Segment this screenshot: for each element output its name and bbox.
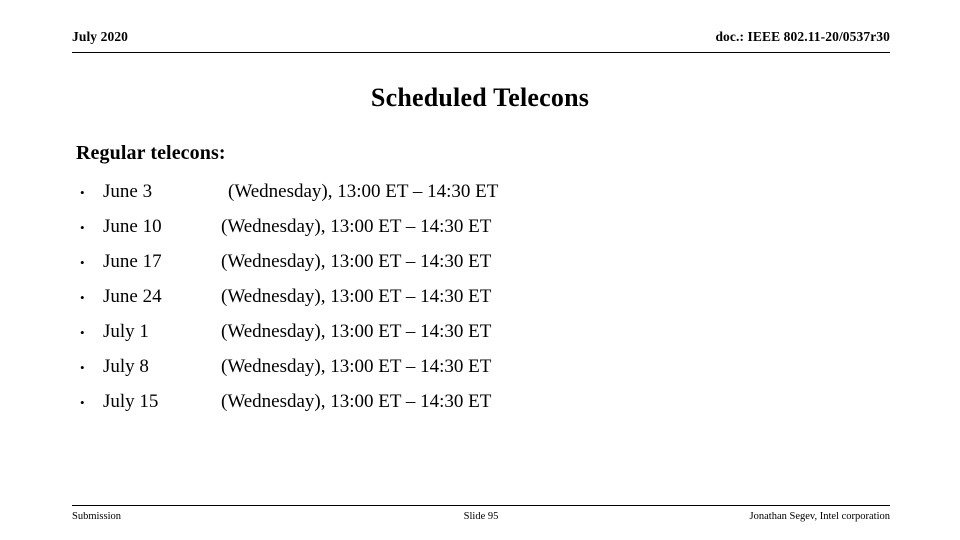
list-item: • June 24 (Wednesday), 13:00 ET – 14:30 … xyxy=(76,279,876,314)
bullet-icon: • xyxy=(80,255,85,270)
page-title: Scheduled Telecons xyxy=(370,83,590,112)
bullet-icon: • xyxy=(80,290,85,305)
telecon-date: July 15 xyxy=(103,391,159,412)
list-item: • June 17 (Wednesday), 13:00 ET – 14:30 … xyxy=(76,244,876,279)
slide-header: July 2020 doc.: IEEE 802.11-20/0537r30 xyxy=(72,28,890,53)
list-item: • July 15 (Wednesday), 13:00 ET – 14:30 … xyxy=(76,384,876,419)
bullet-icon: • xyxy=(80,325,85,340)
telecon-date: June 24 xyxy=(103,286,162,307)
list-item: • June 3 (Wednesday), 13:00 ET – 14:30 E… xyxy=(76,174,876,209)
telecon-date: June 3 xyxy=(103,181,153,202)
slide-body: Regular telecons: • June 3 (Wednesday), … xyxy=(76,140,876,419)
bullet-icon: • xyxy=(80,220,85,235)
telecon-detail: (Wednesday), 13:00 ET – 14:30 ET xyxy=(221,251,492,272)
list-item: • June 10 (Wednesday), 13:00 ET – 14:30 … xyxy=(76,209,876,244)
list-item: • July 8 (Wednesday), 13:00 ET – 14:30 E… xyxy=(76,349,876,384)
telecon-date: June 17 xyxy=(103,251,162,272)
telecon-list: • June 3 (Wednesday), 13:00 ET – 14:30 E… xyxy=(76,174,876,419)
telecon-date: July 1 xyxy=(103,321,149,342)
list-item: • July 1 (Wednesday), 13:00 ET – 14:30 E… xyxy=(76,314,876,349)
telecon-detail: (Wednesday), 13:00 ET – 14:30 ET xyxy=(228,181,499,202)
header-date: July 2020 xyxy=(72,29,129,44)
telecon-date: July 8 xyxy=(103,356,149,377)
telecon-detail: (Wednesday), 13:00 ET – 14:30 ET xyxy=(221,391,492,412)
telecon-detail: (Wednesday), 13:00 ET – 14:30 ET xyxy=(221,356,492,377)
header-document-number: doc.: IEEE 802.11-20/0537r30 xyxy=(715,29,890,44)
body-heading: Regular telecons: xyxy=(76,142,226,164)
slide-footer: Submission Slide 95 Jonathan Segev, Inte… xyxy=(72,505,890,524)
footer-slide-number: Slide 95 xyxy=(463,511,499,522)
telecon-date: June 10 xyxy=(103,216,162,237)
bullet-icon: • xyxy=(80,185,85,200)
footer-submission-label: Submission xyxy=(72,511,122,522)
telecon-detail: (Wednesday), 13:00 ET – 14:30 ET xyxy=(221,321,492,342)
telecon-detail: (Wednesday), 13:00 ET – 14:30 ET xyxy=(221,216,492,237)
footer-author: Jonathan Segev, Intel corporation xyxy=(749,511,890,522)
bullet-icon: • xyxy=(80,395,85,410)
telecon-detail: (Wednesday), 13:00 ET – 14:30 ET xyxy=(221,286,492,307)
slide: July 2020 doc.: IEEE 802.11-20/0537r30 S… xyxy=(0,0,960,540)
bullet-icon: • xyxy=(80,360,85,375)
